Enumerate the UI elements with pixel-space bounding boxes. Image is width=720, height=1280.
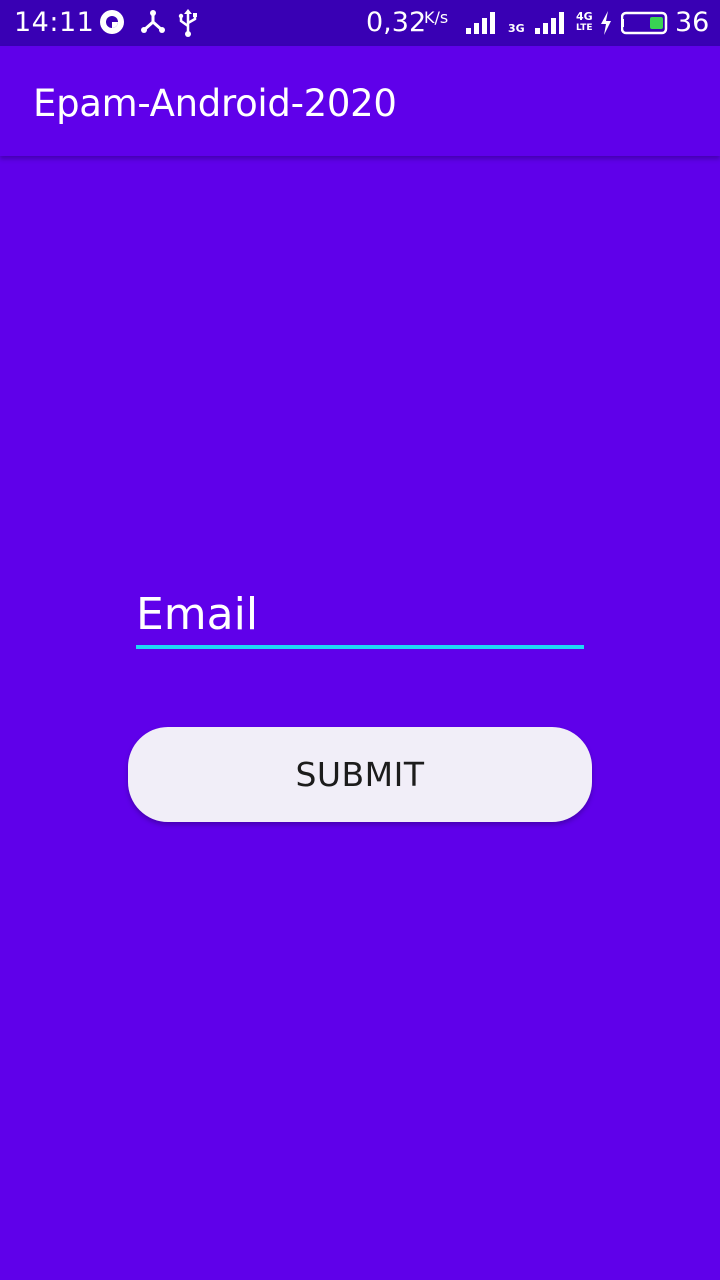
network-speed: 0,32 [366, 7, 427, 38]
signal-icon [466, 12, 495, 34]
charging-icon [601, 11, 611, 35]
battery-icon [621, 11, 668, 35]
email-field[interactable] [136, 583, 584, 649]
submit-button[interactable]: SUBMIT [128, 727, 592, 822]
usb-icon [178, 9, 197, 37]
battery-level: 36 [675, 7, 710, 38]
network-speed-unit: K/s [424, 8, 449, 27]
sync-icon [100, 10, 124, 34]
share-icon [141, 10, 165, 33]
network-type-3g: 3G [508, 22, 525, 35]
network-type-4g: 4G [576, 10, 593, 23]
network-type-lte: LTE [576, 23, 593, 33]
app-title: Epam-Android-2020 [33, 82, 397, 125]
app-bar: Epam-Android-2020 [0, 46, 720, 156]
signal-icon [535, 12, 564, 34]
status-time: 14:11 [14, 7, 95, 38]
status-bar: 14:11 0,32 K/s 3G 4G LTE 36 [0, 0, 720, 46]
